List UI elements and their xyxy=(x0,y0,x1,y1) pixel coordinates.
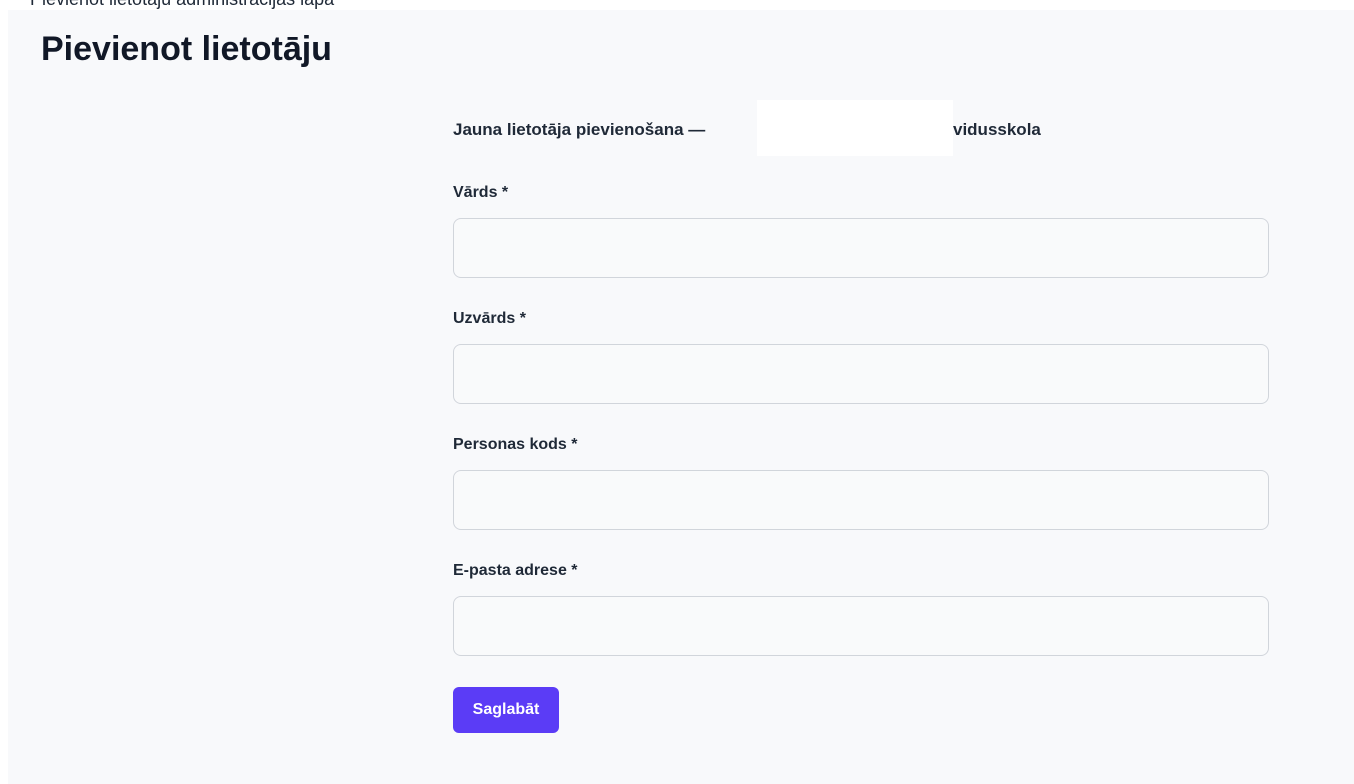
top-cropped-strip: Pievienot lietotāju administrācijas lapā xyxy=(0,0,1354,10)
page-content: Pievienot lietotāju Jauna lietotāja piev… xyxy=(8,10,1354,784)
last-name-field[interactable] xyxy=(453,344,1269,404)
redacted-school-name xyxy=(757,100,953,156)
first-name-field[interactable] xyxy=(453,218,1269,278)
first-name-label: Vārds * xyxy=(453,184,509,201)
page-title: Pievienot lietotāju xyxy=(41,30,332,68)
email-field[interactable] xyxy=(453,596,1269,656)
personal-code-field[interactable] xyxy=(453,470,1269,530)
form-intro: Jauna lietotāja pievienošana — vidusskol… xyxy=(453,100,1269,156)
intro-prefix: Jauna lietotāja pievienošana — xyxy=(453,120,706,139)
last-name-label: Uzvārds * xyxy=(453,310,526,327)
cropped-top-text: Pievienot lietotāju administrācijas lapā xyxy=(30,0,334,10)
save-button[interactable]: Saglabāt xyxy=(453,687,559,733)
personal-code-label: Personas kods * xyxy=(453,436,578,453)
email-label: E-pasta adrese * xyxy=(453,562,578,579)
intro-suffix: vidusskola xyxy=(953,120,1041,139)
